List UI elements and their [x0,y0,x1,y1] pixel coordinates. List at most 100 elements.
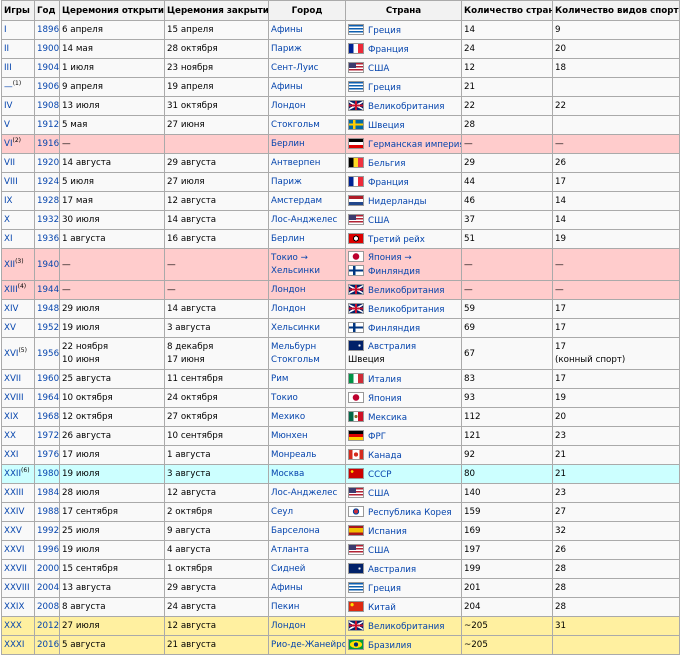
col-games[interactable]: Игры [1,0,35,21]
games-link[interactable]: — [4,82,13,92]
games-link[interactable]: XVII [4,374,21,384]
city-link-2[interactable]: Хельсинки [271,266,320,276]
city-link[interactable]: Лондон [271,101,306,111]
year-link[interactable]: 1992 [37,526,59,536]
games-link[interactable]: IV [4,101,13,111]
city-link[interactable]: Хельсинки [271,323,320,333]
col-sports[interactable]: Количество видов спорта [552,0,680,21]
city-link[interactable]: Лос-Анджелес [271,488,337,498]
city-link[interactable]: Москва [271,469,304,479]
country-link[interactable]: Великобритания [368,305,445,315]
city-link[interactable]: Рио-де-Жанейро [271,640,345,650]
year-link[interactable]: 1940 [37,260,59,270]
games-link[interactable]: XX [4,431,16,441]
country-link[interactable]: США [368,216,389,226]
city-link[interactable]: Мельбурн [271,342,316,352]
year-link[interactable]: 1900 [37,44,59,54]
city-link[interactable]: Мюнхен [271,431,308,441]
games-link[interactable]: VIII [4,177,18,187]
year-link[interactable]: 1968 [37,412,59,422]
city-link-2[interactable]: Стокгольм [271,355,320,365]
year-link[interactable]: 2004 [37,583,59,593]
year-link[interactable]: 1928 [37,196,59,206]
year-link[interactable]: 1920 [37,158,59,168]
city-link[interactable]: Париж [271,177,302,187]
games-link[interactable]: II [4,44,9,54]
games-link[interactable]: XXV [4,526,22,536]
games-link[interactable]: XIX [4,412,18,422]
city-link[interactable]: Амстердам [271,196,322,206]
year-link[interactable]: 2012 [37,621,59,631]
footnote-ref[interactable]: (6) [21,467,30,474]
games-link[interactable]: XXII [4,469,21,479]
country-link[interactable]: Япония → [368,253,412,263]
country-link[interactable]: Великобритания [368,286,445,296]
games-link[interactable]: XXX [4,621,22,631]
year-link[interactable]: 1924 [37,177,59,187]
col-opening[interactable]: Церемония открытия [59,0,165,21]
city-link[interactable]: Лос-Анджелес [271,215,337,225]
country-link[interactable]: Австралия [368,565,416,575]
city-link[interactable]: Париж [271,44,302,54]
city-link[interactable]: Лондон [271,304,306,314]
country-link[interactable]: Третий рейх [368,235,425,245]
games-link[interactable]: XXVIII [4,583,30,593]
country-link[interactable]: Япония [368,394,402,404]
country-link[interactable]: Испания [368,527,407,537]
year-link[interactable]: 2008 [37,602,59,612]
city-link[interactable]: Берлин [271,139,305,149]
footnote-ref[interactable]: (4) [18,283,27,290]
country-link[interactable]: Бельгия [368,159,405,169]
year-link[interactable]: 1944 [37,285,59,295]
year-link[interactable]: 1948 [37,304,59,314]
games-link[interactable]: XIV [4,304,18,314]
city-link[interactable]: Берлин [271,234,305,244]
year-link[interactable]: 1916 [37,139,59,149]
year-link[interactable]: 1896 [37,25,59,35]
city-link[interactable]: Токио → [271,253,308,263]
footnote-ref[interactable]: (2) [13,137,22,144]
year-link[interactable]: 1976 [37,450,59,460]
country-link[interactable]: США [368,489,389,499]
city-link[interactable]: Барселона [271,526,320,536]
country-link[interactable]: Финляндия [368,324,420,334]
games-link[interactable]: XII [4,260,15,270]
year-link[interactable]: 1960 [37,374,59,384]
games-link[interactable]: XXIX [4,602,24,612]
city-link[interactable]: Монреаль [271,450,316,460]
year-link[interactable]: 2000 [37,564,59,574]
country-link[interactable]: Греция [368,83,401,93]
footnote-ref[interactable]: (1) [13,80,22,87]
year-link[interactable]: 1932 [37,215,59,225]
year-link[interactable]: 1964 [37,393,59,403]
city-link[interactable]: Сидней [271,564,305,574]
country-link[interactable]: Австралия [368,342,416,352]
country-link[interactable]: ФРГ [368,432,386,442]
year-link[interactable]: 1912 [37,120,59,130]
games-link[interactable]: IX [4,196,13,206]
games-link[interactable]: XXIII [4,488,24,498]
year-link[interactable]: 1956 [37,349,59,359]
games-link[interactable]: XXVII [4,564,27,574]
country-link[interactable]: Великобритания [368,102,445,112]
country-link[interactable]: Греция [368,584,401,594]
year-link[interactable]: 1984 [37,488,59,498]
city-link[interactable]: Атланта [271,545,309,555]
country-link[interactable]: Франция [368,45,409,55]
col-year[interactable]: Год [34,0,60,21]
games-link[interactable]: VII [4,158,15,168]
games-link[interactable]: XXXI [4,640,24,650]
games-link[interactable]: X [4,215,10,225]
city-link[interactable]: Антверпен [271,158,320,168]
country-link[interactable]: Италия [368,375,401,385]
country-link[interactable]: США [368,64,389,74]
footnote-ref[interactable]: (5) [18,347,27,354]
country-link[interactable]: Китай [368,603,396,613]
year-link[interactable]: 1908 [37,101,59,111]
city-link[interactable]: Стокгольм [271,120,320,130]
games-link[interactable]: VI [4,139,13,149]
col-country[interactable]: Страна [345,0,462,21]
year-link[interactable]: 1988 [37,507,59,517]
year-link[interactable]: 1952 [37,323,59,333]
city-link[interactable]: Рим [271,374,288,384]
